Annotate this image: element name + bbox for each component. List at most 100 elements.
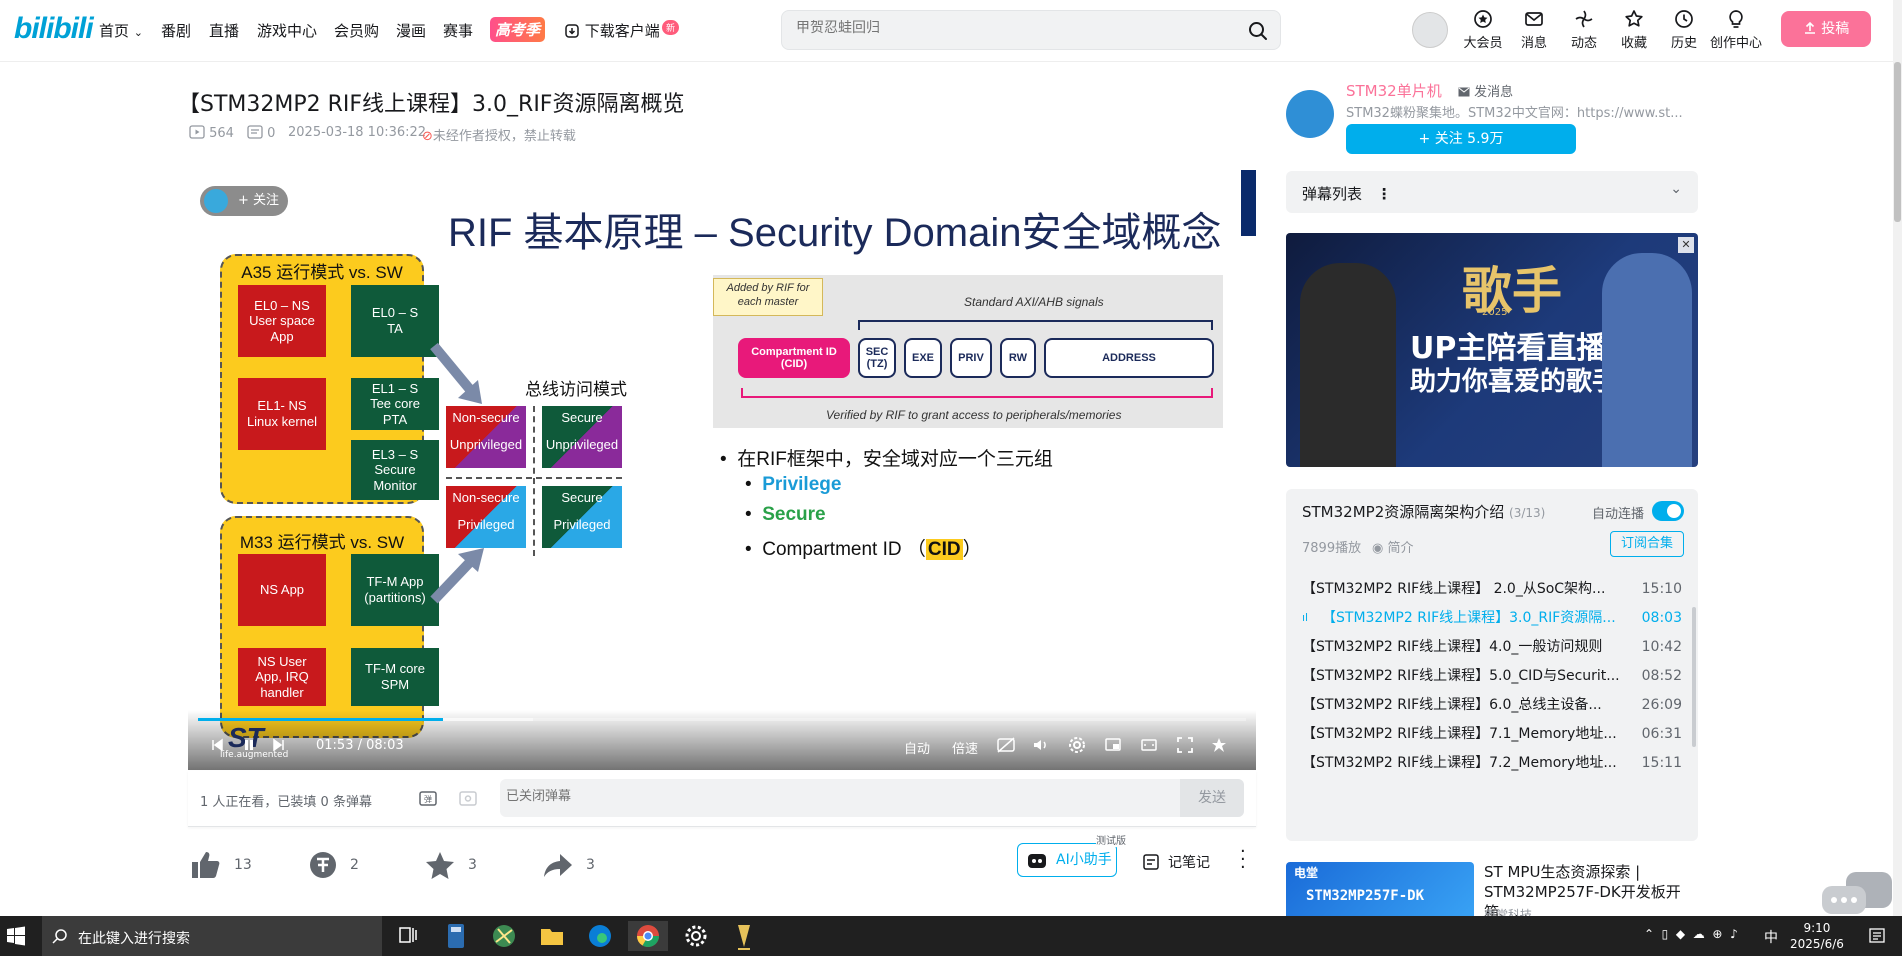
nav-manga[interactable]: 漫画 [396,20,426,41]
bilibili-logo[interactable]: bilibili [14,12,94,46]
danmaku-toggle-icon[interactable]: 弹 [418,789,440,809]
nav-home[interactable]: 首页 ⌄ [99,20,143,41]
nav-festival-banner[interactable]: 高考季 [490,17,546,42]
playlist-item[interactable]: 【STM32MP2 RIF线上课程】7.2_Memory地址... 15:11 [1302,748,1682,778]
playlist-item-duration: 15:10 [1641,581,1682,597]
web-fullscreen-icon[interactable] [1176,736,1194,754]
a35-box-el1-s: EL1 – S Tee core PTA [351,378,439,430]
autoplay-toggle[interactable] [1652,501,1684,521]
windows-start-icon[interactable] [6,926,26,946]
more-vertical-icon[interactable]: · · · [1240,843,1246,877]
notes-button[interactable]: 记笔记 [1142,852,1210,872]
play-count-icon [189,125,205,139]
file-explorer-icon[interactable] [532,921,572,951]
ad-close-icon[interactable]: ✕ [1678,237,1694,253]
danmaku-input[interactable] [506,789,1066,804]
quality-button[interactable]: 自动 [904,738,930,757]
app-fan-icon[interactable] [484,921,524,951]
svg-text:弹: 弹 [424,794,432,804]
rw-signal-box: RW [1000,338,1036,378]
settings-gear-icon[interactable] [676,921,716,951]
message-button[interactable]: 消息 [1509,8,1559,51]
calculator-icon[interactable] [436,921,476,951]
uploader-avatar[interactable] [1286,90,1334,138]
vip-button[interactable]: 大会员 [1458,8,1508,51]
next-icon[interactable] [272,738,286,752]
volume-icon[interactable] [1032,736,1050,754]
ime-indicator[interactable]: 中 [1764,927,1778,947]
coin-button[interactable]: 2 [308,850,359,880]
video-player[interactable]: RIF 基本原理 – Security Domain安全域概念 + 关注 A35… [188,170,1256,770]
bullet-secure-text: Secure [762,504,826,525]
nav-mall[interactable]: 会员购 [334,20,379,41]
taskbar-search[interactable]: 在此键入进行搜索 [42,916,382,956]
danmaku-list-text: 弹幕列表 [1302,185,1363,203]
playlist-item[interactable]: 【STM32MP2 RIF线上课程】7.1_Memory地址... 06:31 [1302,719,1682,749]
chevron-down-icon[interactable]: ⌄ [1670,181,1682,197]
user-avatar[interactable] [1412,12,1448,48]
favorite-button[interactable]: 3 [424,850,477,880]
bullet-privilege: • Privilege [745,474,842,495]
app-dark-icon[interactable] [724,921,764,951]
uploader-name[interactable]: STM32单片机 [1346,80,1442,101]
coin-count: 2 [350,857,359,873]
playlist-item[interactable]: 【STM32MP2 RIF线上课程】 2.0_从SoC架构... 15:10 [1302,574,1682,604]
playlist-item-active[interactable]: ıl 【STM32MP2 RIF线上课程】3.0_RIF资源隔... 08:03 [1302,603,1682,633]
search-icon[interactable] [1246,19,1270,43]
widescreen-icon[interactable] [1140,736,1158,754]
chrome-icon[interactable] [628,921,668,951]
verified-bracket [741,388,1213,398]
danmaku-off-icon[interactable] [996,736,1016,754]
task-view-icon[interactable] [388,921,428,951]
notification-icon[interactable] [1868,927,1886,945]
playlist-scrollbar[interactable] [1692,607,1696,747]
settings-icon[interactable] [1068,736,1086,754]
send-message-link[interactable]: 发消息 [1458,81,1513,100]
dynamic-button[interactable]: 动态 [1559,8,1609,51]
player-follow-chip[interactable]: + 关注 [200,186,288,216]
follow-button[interactable]: + 关注 5.9万 [1346,124,1576,154]
nav-bangumi[interactable]: 番剧 [161,20,191,41]
download-client-link[interactable]: 下载客户端 [564,20,660,41]
page-scrollbar-thumb[interactable] [1894,62,1901,222]
fullscreen-icon[interactable] [1210,736,1228,754]
ad-banner[interactable]: 歌手 2025 UP主陪看直播间 助力你喜爱的歌手 ✕ [1286,233,1698,467]
playlist-intro-link[interactable]: ◉ 简介 [1372,537,1414,556]
favorites-button[interactable]: 收藏 [1609,8,1659,51]
recommended-video[interactable]: 电堂 STM32MP257F-DK ST MPU生态资源探索 | STM32MP… [1286,862,1698,922]
playlist-item[interactable]: 【STM32MP2 RIF线上课程】6.0_总线主设备... 26:09 [1302,690,1682,720]
quad-s-unpriv-bottom: Unprivileged [545,437,619,452]
share-button[interactable]: 3 [542,850,595,880]
ai-assistant-button[interactable]: AI小助手 [1017,843,1117,877]
system-tray-icons[interactable]: ⌃ ▯ ◆ ☁ ⊕ ♪ [1644,927,1738,941]
progress-fill[interactable] [198,718,443,721]
upload-button[interactable]: 投稿 [1781,11,1871,47]
playlist-item[interactable]: 【STM32MP2 RIF线上课程】4.0_一般访问规则 10:42 [1302,632,1682,662]
nav-live[interactable]: 直播 [209,20,239,41]
history-button[interactable]: 历史 [1659,8,1709,51]
playing-wave-icon: ıl [1302,611,1309,624]
like-button[interactable]: 13 [190,850,252,880]
pip-icon[interactable] [1104,736,1122,754]
speed-button[interactable]: 倍速 [952,738,978,757]
danmaku-list-panel[interactable]: 弹幕列表 ⋮ ⌄ [1286,171,1698,213]
nav-esports[interactable]: 赛事 [443,20,473,41]
subscribe-collection-button[interactable]: 订阅合集 [1610,531,1684,557]
prev-icon[interactable] [210,738,224,752]
playlist-title: STM32MP2资源隔离架构介绍 (3/13) [1302,501,1545,522]
search-input[interactable] [796,20,1216,36]
playlist-item[interactable]: 【STM32MP2 RIF线上课程】5.0_CID与Securit... 08:5… [1302,661,1682,691]
share-count: 3 [586,857,595,873]
floating-chat-icon[interactable] [1822,872,1892,916]
danmaku-settings-icon[interactable] [458,789,480,809]
nav-game-center[interactable]: 游戏中心 [257,20,317,41]
danmaku-send-button[interactable]: 发送 [1180,779,1244,817]
share-icon [544,854,572,877]
more-vertical-small-icon[interactable]: ⋮ [1377,185,1392,203]
page-scrollbar[interactable] [1893,0,1902,916]
danmaku-send-bar: 1 人正在看，已装填 0 条弹幕 弹 发送 [188,771,1256,827]
creator-center-button[interactable]: 创作中心 [1709,8,1763,51]
edge-icon[interactable] [580,921,620,951]
taskbar-clock[interactable]: 9:10 2025/6/6 [1790,920,1844,952]
pause-icon[interactable] [242,738,256,752]
